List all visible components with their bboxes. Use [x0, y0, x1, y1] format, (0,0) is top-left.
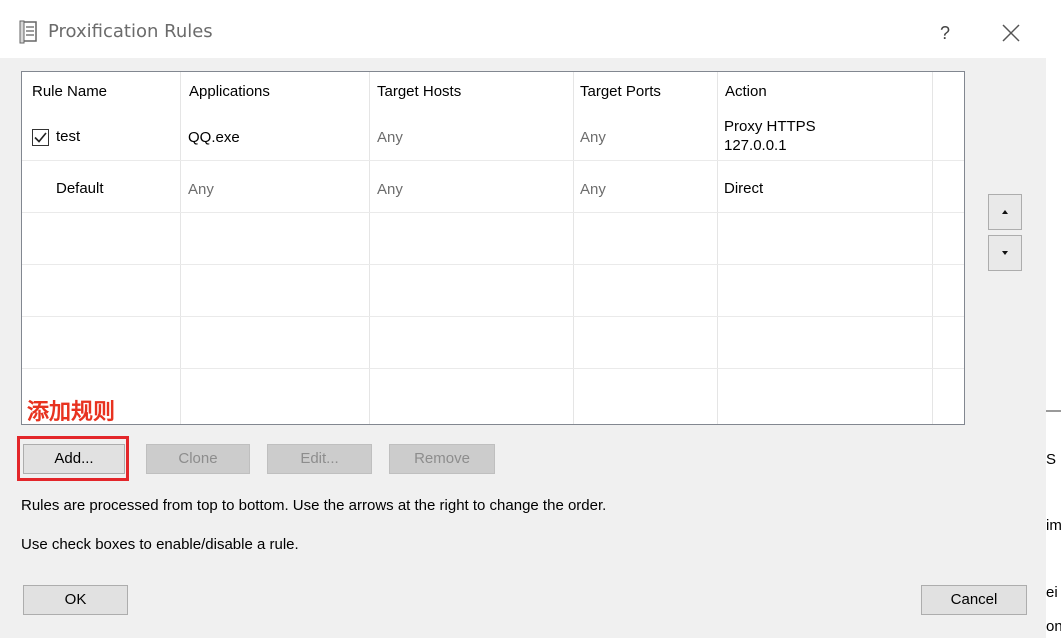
rule-target-ports: Any — [580, 129, 606, 146]
order-info-text: Rules are processed from top to bottom. … — [21, 497, 607, 514]
rule-target-hosts: Any — [377, 181, 403, 198]
rule-name: Default — [56, 180, 104, 197]
column-divider — [180, 72, 181, 424]
column-divider — [369, 72, 370, 424]
background-text: im — [1046, 517, 1061, 534]
remove-rule-button[interactable]: Remove — [389, 444, 495, 474]
rule-action-address: 127.0.0.1 — [724, 137, 787, 154]
rule-name: test — [56, 128, 81, 145]
row-divider — [22, 316, 964, 317]
rule-action: Direct — [724, 180, 764, 197]
proxification-rules-dialog: Proxification Rules ? Rule Name Applicat… — [0, 0, 1046, 638]
rules-table[interactable]: Rule Name Applications Target Hosts Targ… — [21, 71, 965, 425]
column-divider — [932, 72, 933, 424]
column-header-action[interactable]: Action — [725, 72, 767, 112]
document-icon — [19, 20, 39, 44]
row-divider — [22, 368, 964, 369]
title-bar: Proxification Rules ? — [0, 0, 1046, 58]
column-header-rule-name[interactable]: Rule Name — [32, 72, 107, 112]
rule-action: Proxy HTTPS — [724, 118, 816, 135]
rule-target-ports: Any — [580, 181, 606, 198]
move-up-button[interactable] — [988, 194, 1022, 230]
row-divider — [22, 160, 964, 161]
rule-applications: QQ.exe — [188, 129, 240, 146]
background-text: on — [1046, 618, 1061, 635]
help-button[interactable]: ? — [930, 18, 960, 48]
checkbox-info-text: Use check boxes to enable/disable a rule… — [21, 536, 299, 553]
rule-target-hosts: Any — [377, 129, 403, 146]
arrow-down-icon — [1002, 251, 1008, 255]
clone-rule-button[interactable]: Clone — [146, 444, 250, 474]
background-text: S — [1046, 451, 1057, 468]
close-icon[interactable] — [996, 18, 1026, 48]
column-divider — [717, 72, 718, 424]
rule-applications: Any — [188, 181, 214, 198]
row-divider — [22, 212, 964, 213]
column-divider — [573, 72, 574, 424]
rule-enable-checkbox[interactable] — [32, 129, 49, 146]
annotation-label: 添加规则 — [27, 400, 116, 425]
background-divider — [1046, 410, 1061, 412]
row-divider — [22, 264, 964, 265]
move-down-button[interactable] — [988, 235, 1022, 271]
checkmark-icon — [34, 132, 47, 143]
column-header-target-ports[interactable]: Target Ports — [580, 72, 661, 112]
column-header-applications[interactable]: Applications — [189, 72, 270, 112]
background-window — [1046, 0, 1061, 638]
window-title: Proxification Rules — [48, 21, 213, 42]
arrow-up-icon — [1002, 210, 1008, 214]
edit-rule-button[interactable]: Edit... — [267, 444, 372, 474]
cancel-button[interactable]: Cancel — [921, 585, 1027, 615]
column-header-target-hosts[interactable]: Target Hosts — [377, 72, 461, 112]
add-rule-button[interactable]: Add... — [23, 444, 125, 474]
background-text: ei — [1046, 584, 1058, 601]
ok-button[interactable]: OK — [23, 585, 128, 615]
